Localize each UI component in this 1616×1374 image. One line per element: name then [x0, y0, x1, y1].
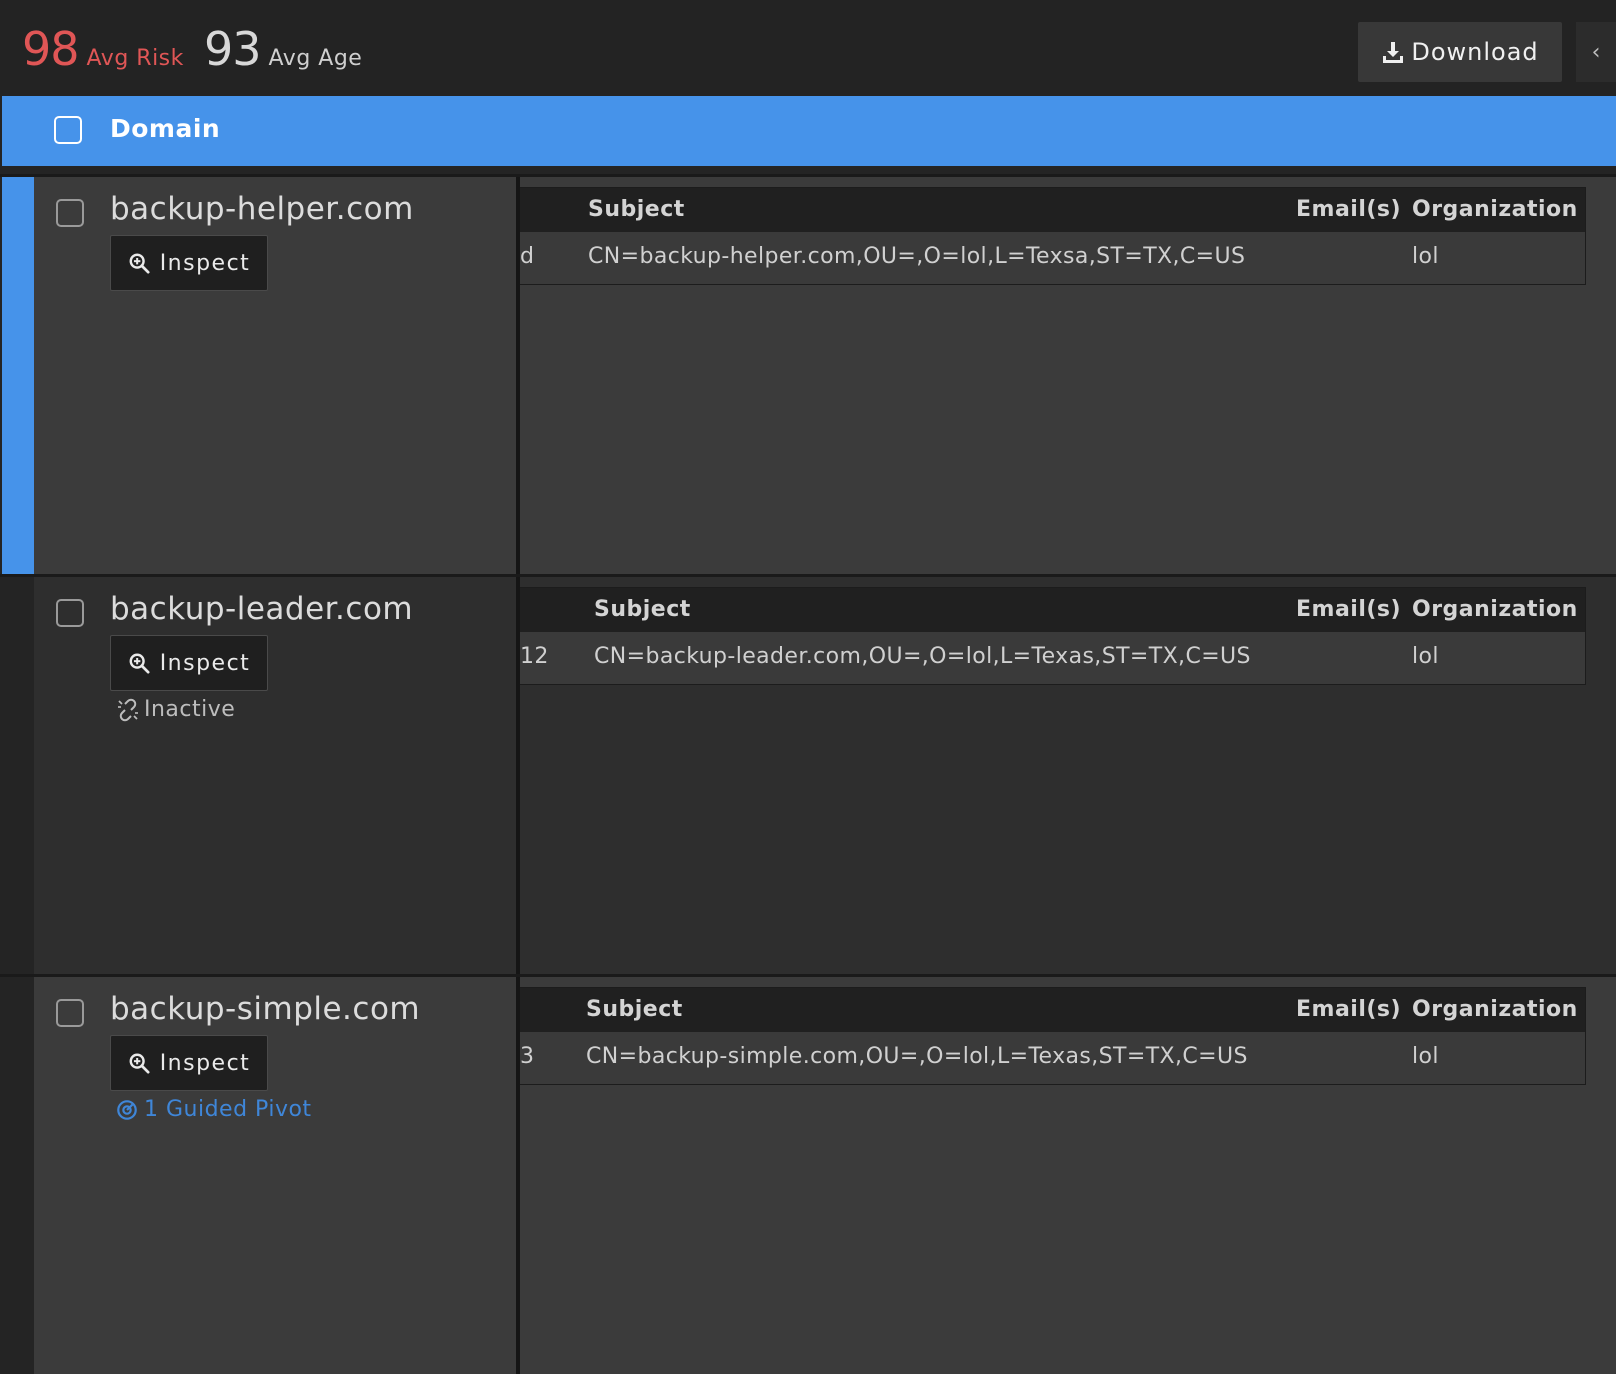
subject-value: CN=backup-helper.com,OU=,O=lol,L=Texsa,S…: [588, 244, 1246, 269]
organization-value: lol: [1412, 1044, 1439, 1069]
avg-age-label: Avg Age: [268, 46, 363, 71]
table-header: Domain: [2, 96, 1616, 166]
zoom-in-icon: [129, 1053, 150, 1074]
certificate-cell: Subject Email(s) Organization 3 CN=backu…: [520, 977, 1616, 1374]
inspect-button[interactable]: Inspect: [110, 1035, 268, 1091]
chevron-left-icon: ‹: [1591, 39, 1601, 65]
top-bar: 98 Avg Risk 93 Avg Age Download ‹: [0, 0, 1616, 96]
domain-cell: backup-leader.com Inspect Inactive: [34, 577, 516, 978]
organization-value: lol: [1412, 644, 1439, 669]
avg-risk-label: Avg Risk: [86, 46, 184, 71]
selected-row-indicator: [2, 177, 34, 580]
emails-header: Email(s): [1296, 597, 1402, 622]
certificate-table-row: d CN=backup-helper.com,OU=,O=lol,L=Texsa…: [520, 232, 1585, 284]
organization-header: Organization: [1412, 197, 1578, 222]
inspect-label: Inspect: [159, 650, 251, 676]
avg-age-value: 93: [204, 22, 262, 76]
certificate-cell: Subject Email(s) Organization 12 CN=back…: [520, 577, 1616, 978]
download-icon: [1383, 42, 1404, 63]
subject-header: Subject: [594, 597, 691, 622]
inactive-status: Inactive: [116, 697, 235, 722]
zoom-in-icon: [129, 653, 150, 674]
clipped-cell: 3: [520, 1044, 535, 1069]
table-row[interactable]: backup-helper.com Inspect Subject Email(…: [0, 174, 1616, 580]
zoom-in-icon: [129, 253, 150, 274]
inspect-label: Inspect: [159, 250, 251, 276]
clipped-cell: 12: [520, 644, 549, 669]
row-checkbox[interactable]: [56, 199, 84, 227]
domain-name[interactable]: backup-helper.com: [110, 191, 414, 227]
emails-header: Email(s): [1296, 197, 1402, 222]
download-button[interactable]: Download: [1358, 22, 1562, 82]
pivot-icon: [117, 1099, 137, 1120]
row-checkbox[interactable]: [56, 599, 84, 627]
certificate-table-row: 12 CN=backup-leader.com,OU=,O=lol,L=Texa…: [520, 632, 1585, 684]
domain-cell: backup-helper.com Inspect: [34, 177, 516, 580]
certificate-table: Subject Email(s) Organization d CN=backu…: [520, 187, 1586, 285]
organization-value: lol: [1412, 244, 1439, 269]
domain-name[interactable]: backup-simple.com: [110, 991, 420, 1027]
guided-pivot-link[interactable]: 1 Guided Pivot: [116, 1097, 312, 1122]
emails-header: Email(s): [1296, 997, 1402, 1022]
table-row[interactable]: backup-simple.com Inspect 1 Guided Pivot…: [0, 974, 1616, 1374]
avg-age-stat: 93 Avg Age: [204, 26, 362, 72]
table-row[interactable]: backup-leader.com Inspect Inactive Subje…: [0, 574, 1616, 978]
broken-link-icon: [118, 698, 138, 721]
inspect-label: Inspect: [159, 1050, 251, 1076]
certificate-table-header: Subject Email(s) Organization: [520, 188, 1585, 232]
domain-column-header[interactable]: Domain: [110, 114, 220, 143]
domain-cell: backup-simple.com Inspect 1 Guided Pivot: [34, 977, 516, 1374]
organization-header: Organization: [1412, 997, 1578, 1022]
avg-risk-stat: 98 Avg Risk: [22, 26, 184, 72]
certificate-cell: Subject Email(s) Organization d CN=backu…: [520, 177, 1616, 580]
guided-pivot-label: 1 Guided Pivot: [144, 1097, 312, 1122]
certificate-table-header: Subject Email(s) Organization: [520, 588, 1585, 632]
subject-header: Subject: [588, 197, 685, 222]
certificate-table: Subject Email(s) Organization 3 CN=backu…: [520, 987, 1586, 1085]
inactive-label: Inactive: [144, 697, 236, 722]
collapse-panel-button[interactable]: ‹: [1576, 22, 1616, 82]
download-label: Download: [1411, 38, 1539, 66]
inspect-button[interactable]: Inspect: [110, 235, 268, 291]
subject-value: CN=backup-leader.com,OU=,O=lol,L=Texas,S…: [594, 644, 1251, 669]
clipped-cell: d: [520, 244, 535, 269]
avg-risk-value: 98: [22, 22, 80, 76]
certificate-table-row: 3 CN=backup-simple.com,OU=,O=lol,L=Texas…: [520, 1032, 1585, 1084]
certificate-table: Subject Email(s) Organization 12 CN=back…: [520, 587, 1586, 685]
inspect-button[interactable]: Inspect: [110, 635, 268, 691]
domain-name[interactable]: backup-leader.com: [110, 591, 413, 627]
certificate-table-header: Subject Email(s) Organization: [520, 988, 1585, 1032]
subject-header: Subject: [586, 997, 683, 1022]
select-all-checkbox[interactable]: [54, 116, 82, 144]
organization-header: Organization: [1412, 597, 1578, 622]
row-checkbox[interactable]: [56, 999, 84, 1027]
subject-value: CN=backup-simple.com,OU=,O=lol,L=Texas,S…: [586, 1044, 1248, 1069]
